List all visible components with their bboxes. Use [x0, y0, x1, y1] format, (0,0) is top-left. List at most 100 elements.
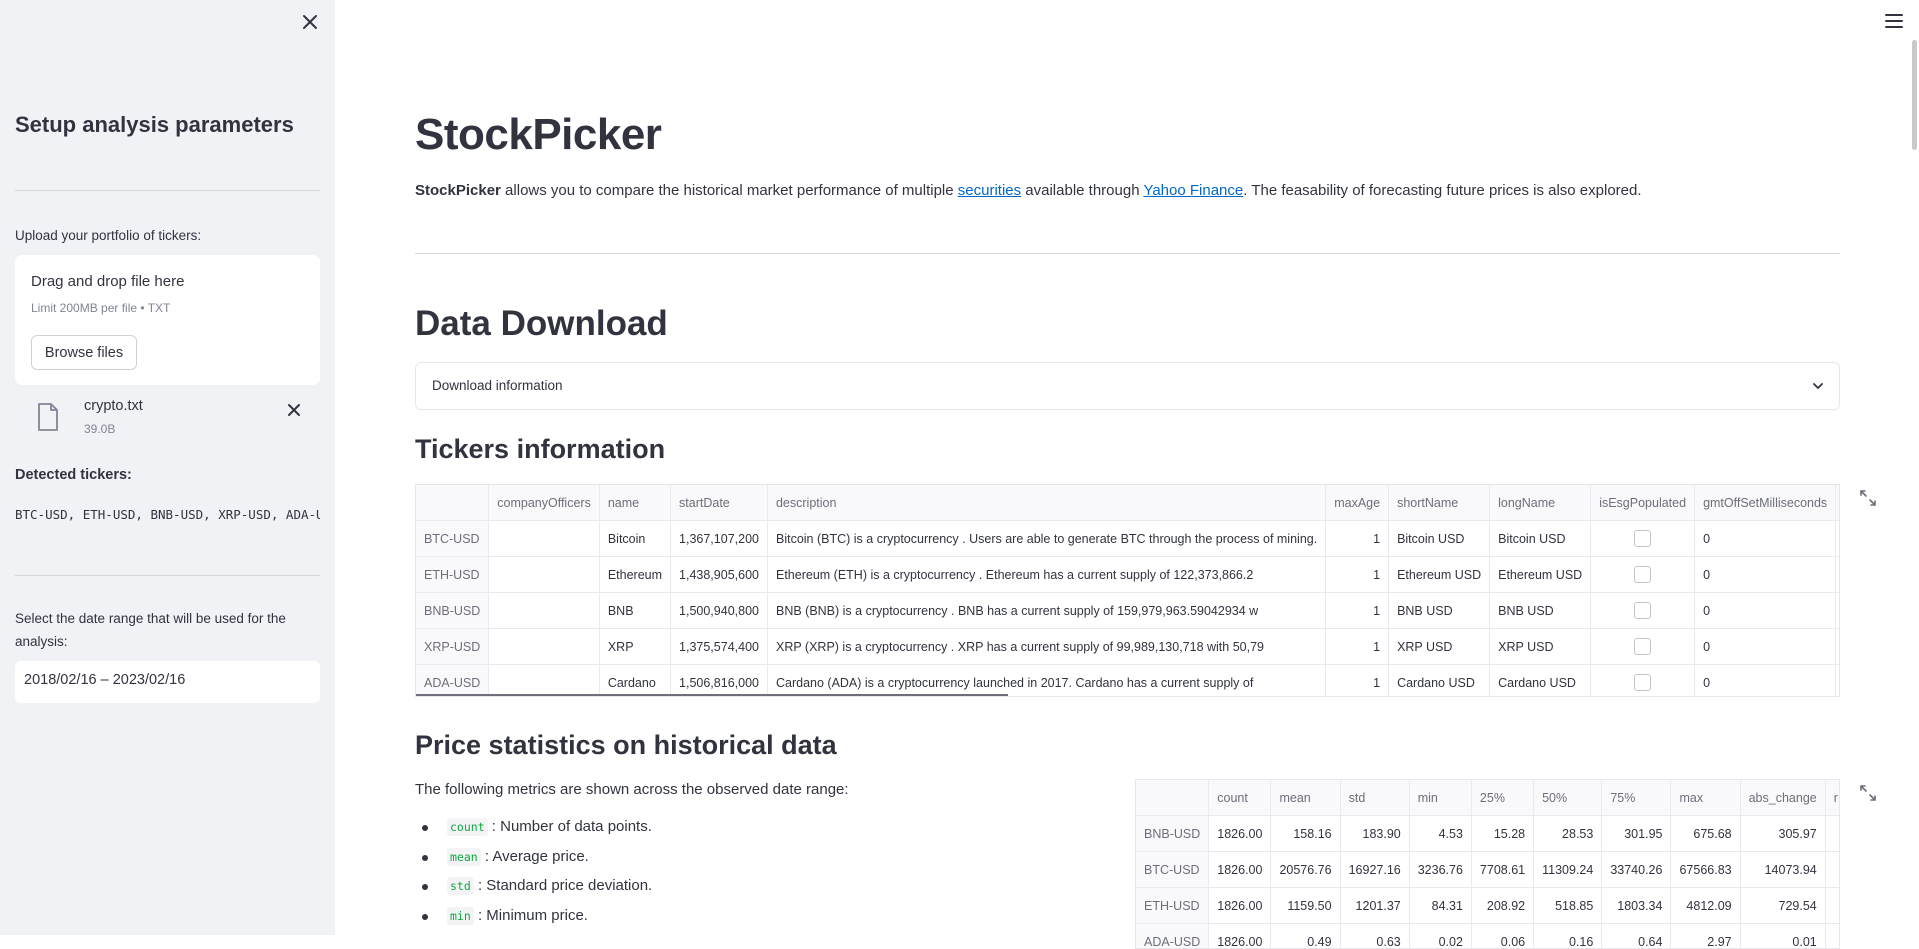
table-cell[interactable]: 7708.61 [1471, 852, 1533, 888]
esg-checkbox[interactable] [1634, 530, 1651, 547]
table-cell[interactable]: 0 [1695, 629, 1836, 665]
table-cell[interactable]: 0 [1695, 665, 1836, 698]
stats-column-header[interactable]: mean [1271, 780, 1340, 816]
table-cell[interactable]: 1826.00 [1209, 924, 1271, 949]
file-dropzone[interactable]: Drag and drop file here Limit 200MB per … [15, 255, 320, 385]
table-cell[interactable]: 301.95 [1602, 816, 1671, 852]
table-horizontal-scrollbar[interactable] [416, 694, 1008, 696]
table-row[interactable]: ETH-USDEthereum1,438,905,600Ethereum (ET… [416, 557, 1840, 593]
table-cell[interactable]: Ethereum (ETH) is a cryptocurrency . Eth… [767, 557, 1325, 593]
table-cell[interactable] [1825, 924, 1840, 949]
table-cell[interactable]: 1826.00 [1209, 816, 1271, 852]
stats-column-header[interactable]: count [1209, 780, 1271, 816]
table-cell[interactable]: 0.01 [1740, 924, 1825, 949]
row-index[interactable]: ADA-USD [1136, 924, 1209, 949]
tickers-column-header[interactable]: longName [1490, 485, 1591, 521]
stats-column-header[interactable]: 75% [1602, 780, 1671, 816]
row-index[interactable]: ADA-USD [416, 665, 489, 698]
table-row[interactable]: BTC-USDBitcoin1,367,107,200Bitcoin (BTC)… [416, 521, 1840, 557]
hamburger-menu-icon[interactable] [1883, 10, 1905, 37]
table-cell[interactable]: finmb_ [1836, 521, 1840, 557]
tickers-column-header[interactable]: messa [1836, 485, 1840, 521]
row-index[interactable]: ETH-USD [416, 557, 489, 593]
table-cell[interactable]: Ethereum USD [1490, 557, 1591, 593]
table-cell[interactable]: BNB USD [1389, 593, 1490, 629]
table-row[interactable]: XRP-USDXRP1,375,574,400XRP (XRP) is a cr… [416, 629, 1840, 665]
table-cell[interactable]: 1 [1326, 593, 1389, 629]
browse-files-button[interactable]: Browse files [31, 335, 137, 370]
table-cell[interactable]: 1 [1326, 629, 1389, 665]
table-cell[interactable] [489, 665, 600, 698]
table-cell[interactable] [1591, 629, 1695, 665]
table-cell[interactable]: Ethereum USD [1389, 557, 1490, 593]
table-cell[interactable]: 729.54 [1740, 888, 1825, 924]
table-cell[interactable]: 14073.94 [1740, 852, 1825, 888]
table-cell[interactable]: 3236.76 [1409, 852, 1471, 888]
table-cell[interactable]: Bitcoin [599, 521, 670, 557]
table-cell[interactable]: 15.28 [1471, 816, 1533, 852]
table-cell[interactable]: 1,375,574,400 [671, 629, 768, 665]
table-cell[interactable]: 158.16 [1271, 816, 1340, 852]
stats-column-header[interactable] [1136, 780, 1209, 816]
stats-column-header[interactable]: abs_change [1740, 780, 1825, 816]
table-cell[interactable]: XRP (XRP) is a cryptocurrency . XRP has … [767, 629, 1325, 665]
tickers-column-header[interactable]: isEsgPopulated [1591, 485, 1695, 521]
tickers-table[interactable]: companyOfficersnamestartDatedescriptionm… [415, 484, 1840, 697]
table-row[interactable]: ADA-USD1826.000.490.630.020.060.160.642.… [1136, 924, 1840, 949]
table-cell[interactable]: 675.68 [1671, 816, 1740, 852]
table-row[interactable]: ADA-USDCardano1,506,816,000Cardano (ADA)… [416, 665, 1840, 698]
tickers-column-header[interactable]: description [767, 485, 1325, 521]
stats-column-header[interactable]: r [1825, 780, 1840, 816]
tickers-column-header[interactable]: name [599, 485, 670, 521]
download-information-expander[interactable]: Download information [415, 362, 1840, 410]
table-cell[interactable] [1825, 888, 1840, 924]
row-index[interactable]: BNB-USD [416, 593, 489, 629]
stats-column-header[interactable]: std [1340, 780, 1409, 816]
table-cell[interactable] [489, 629, 600, 665]
table-cell[interactable]: 0.06 [1471, 924, 1533, 949]
esg-checkbox[interactable] [1634, 602, 1651, 619]
table-cell[interactable]: 4812.09 [1671, 888, 1740, 924]
table-cell[interactable]: Cardano [599, 665, 670, 698]
table-cell[interactable]: Ethereum [599, 557, 670, 593]
stats-column-header[interactable]: 50% [1534, 780, 1602, 816]
table-cell[interactable]: 84.31 [1409, 888, 1471, 924]
table-cell[interactable]: Bitcoin (BTC) is a cryptocurrency . User… [767, 521, 1325, 557]
table-cell[interactable] [1591, 593, 1695, 629]
table-cell[interactable]: 1201.37 [1340, 888, 1409, 924]
table-cell[interactable]: Cardano USD [1490, 665, 1591, 698]
table-cell[interactable]: 0.64 [1602, 924, 1671, 949]
esg-checkbox[interactable] [1634, 638, 1651, 655]
table-cell[interactable]: 0.16 [1534, 924, 1602, 949]
table-cell[interactable]: 518.85 [1534, 888, 1602, 924]
table-cell[interactable]: BNB (BNB) is a cryptocurrency . BNB has … [767, 593, 1325, 629]
table-cell[interactable]: 1 [1326, 665, 1389, 698]
close-sidebar-icon[interactable] [298, 10, 322, 34]
page-scrollbar[interactable] [1912, 40, 1917, 150]
table-cell[interactable]: 1 [1326, 521, 1389, 557]
table-cell[interactable]: 2.97 [1671, 924, 1740, 949]
esg-checkbox[interactable] [1634, 566, 1651, 583]
table-cell[interactable]: XRP USD [1389, 629, 1490, 665]
table-cell[interactable]: 1159.50 [1271, 888, 1340, 924]
table-cell[interactable]: Cardano USD [1389, 665, 1490, 698]
table-row[interactable]: ETH-USD1826.001159.501201.3784.31208.925… [1136, 888, 1840, 924]
table-cell[interactable]: 0.49 [1271, 924, 1340, 949]
date-range-input[interactable]: 2018/02/16 – 2023/02/16 [15, 661, 320, 703]
tickers-column-header[interactable]: companyOfficers [489, 485, 600, 521]
table-cell[interactable]: finmb_ [1836, 557, 1840, 593]
table-cell[interactable]: 67566.83 [1671, 852, 1740, 888]
table-cell[interactable] [1591, 665, 1695, 698]
stats-column-header[interactable]: min [1409, 780, 1471, 816]
table-cell[interactable] [489, 521, 600, 557]
row-index[interactable]: BTC-USD [1136, 852, 1209, 888]
table-cell[interactable]: finmb_ [1836, 665, 1840, 698]
table-cell[interactable] [1591, 557, 1695, 593]
table-cell[interactable] [1825, 816, 1840, 852]
securities-link[interactable]: securities [958, 182, 1021, 199]
row-index[interactable]: BTC-USD [416, 521, 489, 557]
fullscreen-icon[interactable] [1859, 784, 1877, 807]
table-cell[interactable]: 1826.00 [1209, 852, 1271, 888]
tickers-column-header[interactable]: shortName [1389, 485, 1490, 521]
table-cell[interactable]: 0 [1695, 557, 1836, 593]
